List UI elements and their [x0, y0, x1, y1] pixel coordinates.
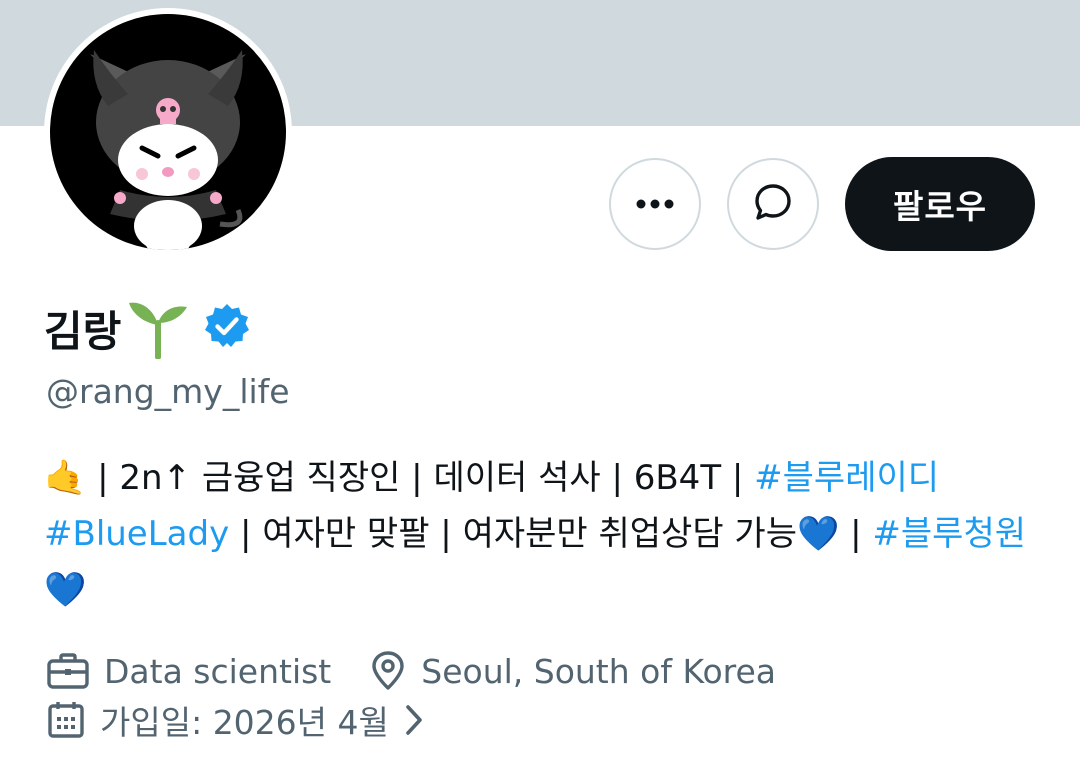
chevron-right-icon[interactable]	[403, 704, 425, 736]
display-name: 김랑	[44, 306, 122, 356]
bio-text: | 여자만 맞팔 | 여자분만 취업상담 가능	[229, 514, 797, 554]
briefcase-icon	[46, 652, 90, 690]
sprout-icon	[127, 293, 189, 363]
bio-text: |	[839, 514, 873, 554]
location-pin-icon	[369, 651, 407, 691]
message-bubble-icon	[753, 182, 793, 226]
avatar-ring	[44, 8, 292, 256]
join-date-text: 가입일: 2026년 4월	[100, 703, 389, 742]
avatar-character-image	[90, 50, 246, 250]
blue-heart-emoji-icon: 💙	[796, 514, 840, 554]
call-me-hand-emoji-icon: 🤙	[44, 458, 87, 498]
hashtag-link[interactable]: #블루청원	[872, 514, 1026, 554]
hashtag-link[interactable]: #BlueLady	[44, 514, 229, 554]
location-text: Seoul, South of Korea	[421, 651, 776, 691]
more-options-button[interactable]	[609, 158, 701, 250]
follow-button[interactable]: 팔로우	[845, 157, 1035, 251]
display-name-row: 김랑	[44, 292, 251, 364]
blue-heart-emoji-icon: 💙	[44, 570, 87, 610]
message-button[interactable]	[727, 158, 819, 250]
user-handle: @rang_my_life	[46, 372, 290, 411]
join-date-line[interactable]: 가입일: 2026년 4월	[46, 694, 425, 746]
hashtag-link[interactable]: #블루레이디	[754, 458, 939, 498]
calendar-icon	[46, 700, 86, 740]
profile-bio: 🤙 | 2n↑ 금융업 직장인 | 데이터 석사 | 6B4T | #블루레이디…	[44, 450, 1034, 618]
verified-badge-icon[interactable]	[203, 302, 251, 354]
avatar[interactable]	[50, 14, 286, 250]
job-title: Data scientist	[104, 651, 332, 691]
profile-meta-line: Data scientist Seoul, South of Korea	[46, 645, 776, 697]
more-horizontal-icon	[633, 195, 677, 214]
bio-text: | 2n↑ 금융업 직장인 | 데이터 석사 | 6B4T |	[86, 458, 755, 498]
